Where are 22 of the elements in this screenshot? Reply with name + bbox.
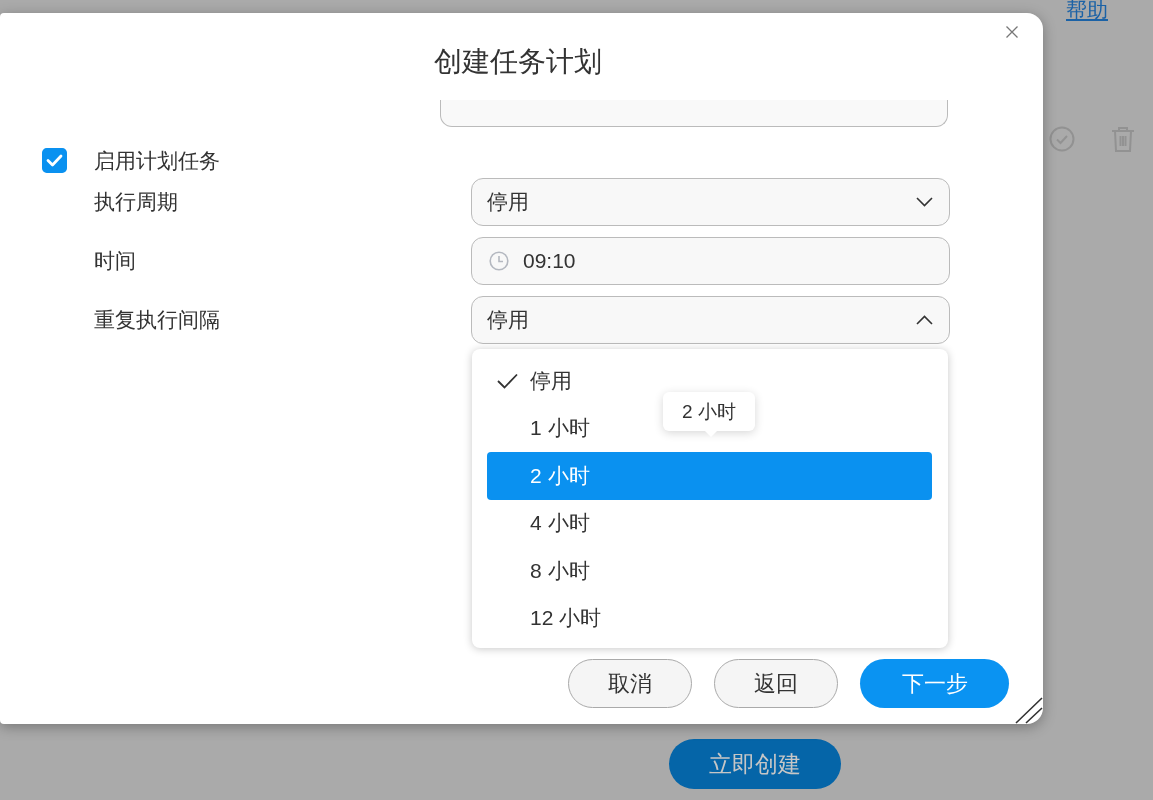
field-label: 时间 [94,248,136,274]
resize-grip-icon[interactable] [1015,697,1043,724]
dropdown-option[interactable]: 停用 [487,357,584,405]
dropdown-option[interactable]: 12 小时 [487,594,614,642]
field-label: 执行周期 [94,189,178,215]
dialog-title: 创建任务计划 [433,45,602,79]
clock-icon [489,251,509,271]
time-field[interactable]: 09:10 [471,237,950,285]
secondary-button[interactable]: 取消 [568,659,692,708]
dropdown-select[interactable]: 停用 [471,296,950,344]
check-circle-icon[interactable] [1049,126,1075,152]
checkbox-label: 启用计划任务 [94,147,220,174]
checkbox[interactable] [42,148,67,173]
create-button[interactable]: 立即创建 [669,739,841,789]
dropdown-option[interactable]: 8 小时 [487,547,602,595]
dropdown-option[interactable]: 4 小时 [487,499,602,547]
input-field[interactable] [440,100,948,127]
dropdown-option[interactable]: 1 小时 [487,404,602,452]
field-label: 重复执行间隔 [94,307,220,333]
secondary-button[interactable]: 返回 [714,659,838,708]
dropdown-select[interactable]: 停用 [471,178,950,226]
close-icon[interactable] [1006,26,1018,38]
